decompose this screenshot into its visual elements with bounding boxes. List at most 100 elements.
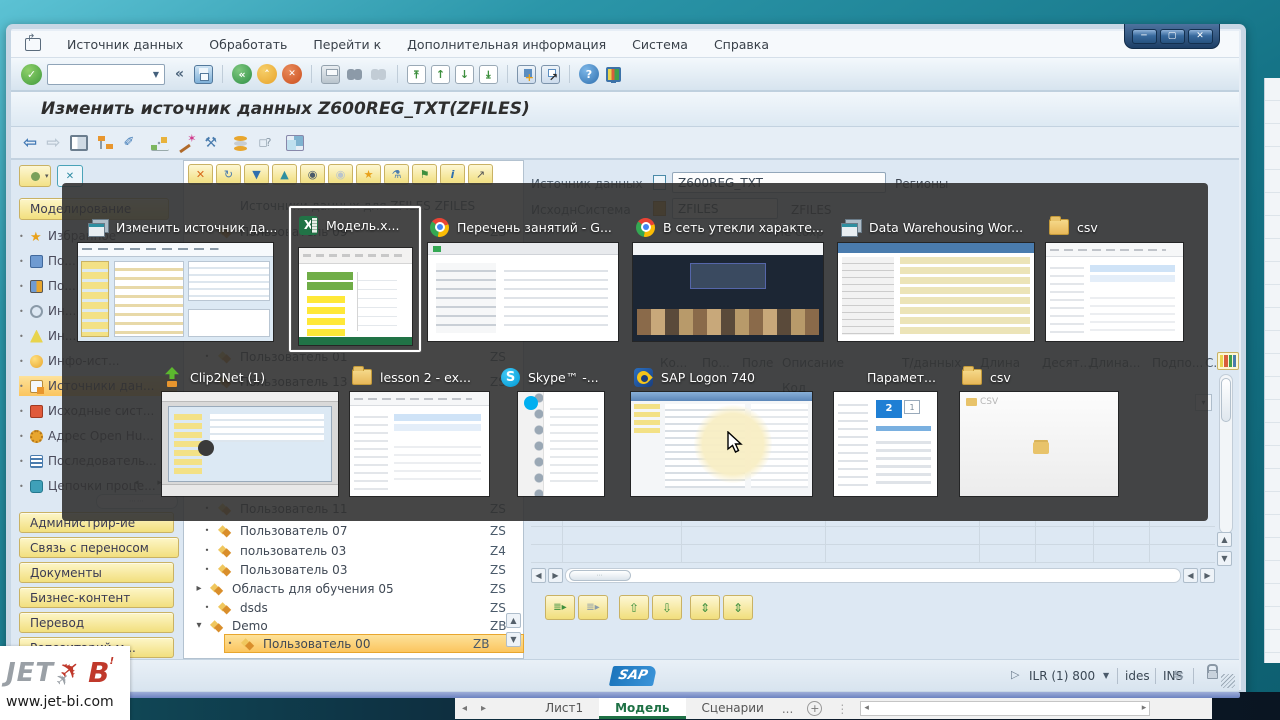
save-button[interactable]	[194, 64, 213, 84]
column-config-button[interactable]	[1217, 352, 1239, 370]
refresh-icon[interactable]	[216, 164, 241, 185]
close-icon[interactable]	[188, 164, 213, 185]
sheet-prev-icon[interactable]	[462, 703, 467, 714]
alt-tab-item-selected[interactable]: Модель.х...	[299, 214, 399, 236]
alt-tab-item[interactable]: Перечень занятий - G...	[430, 216, 612, 238]
sort-down-up-button[interactable]	[723, 595, 753, 620]
scrollbar-track[interactable]	[565, 568, 1181, 583]
command-input[interactable]	[48, 65, 148, 83]
thumbnail-excel-model[interactable]	[299, 248, 412, 345]
list-right-button[interactable]	[578, 595, 608, 620]
grid-vertical-scroll[interactable]	[1217, 532, 1232, 566]
tab-bar-splitter[interactable]	[836, 702, 848, 716]
scroll-right-icon[interactable]	[1200, 568, 1215, 583]
sidebar-section-documents[interactable]: Документы	[19, 562, 174, 583]
alt-tab-item[interactable]: Data Warehousing Wor...	[841, 216, 1023, 238]
tree-row[interactable]: DemoZB	[194, 616, 510, 635]
alt-tab-item[interactable]: Clip2Net (1)	[162, 366, 265, 388]
collapse-icon[interactable]	[170, 65, 189, 84]
database-icon[interactable]	[232, 135, 250, 151]
link-icon[interactable]	[468, 164, 493, 185]
minimize-button[interactable]	[1131, 28, 1157, 44]
alt-tab-item[interactable]: Парамет...	[855, 366, 936, 388]
grid-horizontal-scrollbar[interactable]	[531, 567, 1215, 584]
customize-layout-button[interactable]	[604, 65, 623, 84]
flag-icon[interactable]	[412, 164, 437, 185]
menu-help[interactable]: Справка	[714, 37, 769, 52]
alt-tab-item[interactable]: Skype™ -...	[501, 366, 599, 388]
help-button[interactable]	[579, 64, 599, 84]
version-compare-icon[interactable]	[285, 134, 304, 151]
alt-tab-item[interactable]: csv	[1049, 216, 1098, 238]
back-button[interactable]	[232, 64, 252, 84]
scroll-up-icon[interactable]	[1217, 532, 1232, 547]
sheet-tab-scenarios[interactable]: Сценарии	[686, 698, 780, 719]
thumbnail-chrome-page[interactable]	[428, 243, 618, 341]
maximize-button[interactable]	[1159, 28, 1185, 44]
thumbnail-sap-gui[interactable]	[78, 243, 273, 341]
sheet-next-icon[interactable]	[481, 703, 486, 714]
move-up-button[interactable]	[619, 595, 649, 620]
alt-tab-item[interactable]: Изменить источник да...	[88, 216, 277, 238]
thumbnail-csv-folder[interactable]	[1046, 243, 1183, 341]
scroll-down-icon[interactable]	[1217, 551, 1232, 566]
scrollbar-handle[interactable]	[569, 570, 631, 581]
status-expand-icon[interactable]	[1011, 668, 1019, 681]
display-change-icon[interactable]	[124, 135, 142, 151]
scroll-right-icon[interactable]	[548, 568, 563, 583]
sort-up-down-button[interactable]	[690, 595, 720, 620]
find-button[interactable]	[345, 65, 364, 84]
thumbnail-settings[interactable]: 21	[834, 392, 937, 496]
thumbnail-csv-empty-folder[interactable]: CSV	[960, 392, 1118, 496]
alt-tab-item[interactable]: csv	[962, 366, 1011, 388]
list-left-button[interactable]	[545, 595, 575, 620]
scroll-left-icon[interactable]	[531, 568, 546, 583]
alt-tab-item[interactable]: В сеть утекли характе...	[636, 216, 824, 238]
command-field[interactable]	[47, 63, 165, 85]
sidebar-section-transport[interactable]: Связь с переносом	[19, 537, 179, 558]
menu-system[interactable]: Система	[632, 37, 688, 52]
last-page-button[interactable]	[479, 64, 498, 84]
command-dropdown-icon[interactable]	[148, 65, 164, 84]
filter-icon[interactable]	[384, 164, 409, 185]
tree-row[interactable]: пользователь 03Z4	[202, 541, 518, 560]
display-grid-icon[interactable]	[69, 134, 88, 151]
favorites-icon[interactable]	[356, 164, 381, 185]
next-page-button[interactable]	[455, 64, 474, 84]
scroll-up-icon[interactable]	[506, 613, 521, 628]
tools-icon[interactable]	[205, 135, 223, 151]
menu-extra-info[interactable]: Дополнительная информация	[407, 37, 606, 52]
wizard-icon[interactable]	[178, 132, 196, 151]
print-button[interactable]	[321, 64, 340, 84]
scroll-down-icon[interactable]	[506, 632, 521, 647]
create-shortcut-button[interactable]	[541, 64, 560, 84]
thumbnail-data-warehousing[interactable]	[838, 243, 1034, 341]
sheet-tabs-more[interactable]: ...	[782, 702, 793, 716]
tree-row[interactable]: Пользователь 07ZS	[202, 521, 518, 540]
nav-back-icon[interactable]	[23, 133, 37, 153]
system-menu-icon[interactable]	[25, 33, 41, 51]
search-icon[interactable]	[300, 164, 325, 185]
tree-row[interactable]: dsdsZS	[202, 598, 518, 617]
menu-datasource[interactable]: Источник данных	[67, 37, 183, 52]
thumbnail-clip2net[interactable]	[162, 392, 338, 496]
close-button[interactable]	[1187, 28, 1213, 44]
expand-all-icon[interactable]	[244, 164, 269, 185]
hierarchy-icon[interactable]	[96, 134, 115, 151]
sheet-tab-list1[interactable]: Лист1	[529, 698, 599, 719]
cube-question-icon[interactable]	[259, 135, 277, 151]
user-view-button[interactable]	[19, 165, 51, 187]
alt-tab-item[interactable]: SAP Logon 740	[634, 366, 755, 388]
find-next-button[interactable]	[369, 65, 388, 84]
first-page-button[interactable]	[407, 64, 426, 84]
nav-forward-icon[interactable]	[46, 133, 60, 153]
alt-tab-item[interactable]: lesson 2 - ex...	[352, 366, 471, 388]
cancel-button[interactable]	[282, 64, 302, 84]
scrollbar-handle[interactable]	[1221, 378, 1231, 422]
status-dropdown-icon[interactable]	[1103, 671, 1109, 680]
search-next-icon[interactable]	[328, 164, 353, 185]
detail-scrollbar[interactable]	[1219, 374, 1233, 534]
tree-row[interactable]: Область для обучения 05ZS	[194, 579, 510, 598]
enter-button[interactable]	[21, 63, 42, 85]
new-session-button[interactable]	[517, 64, 536, 84]
